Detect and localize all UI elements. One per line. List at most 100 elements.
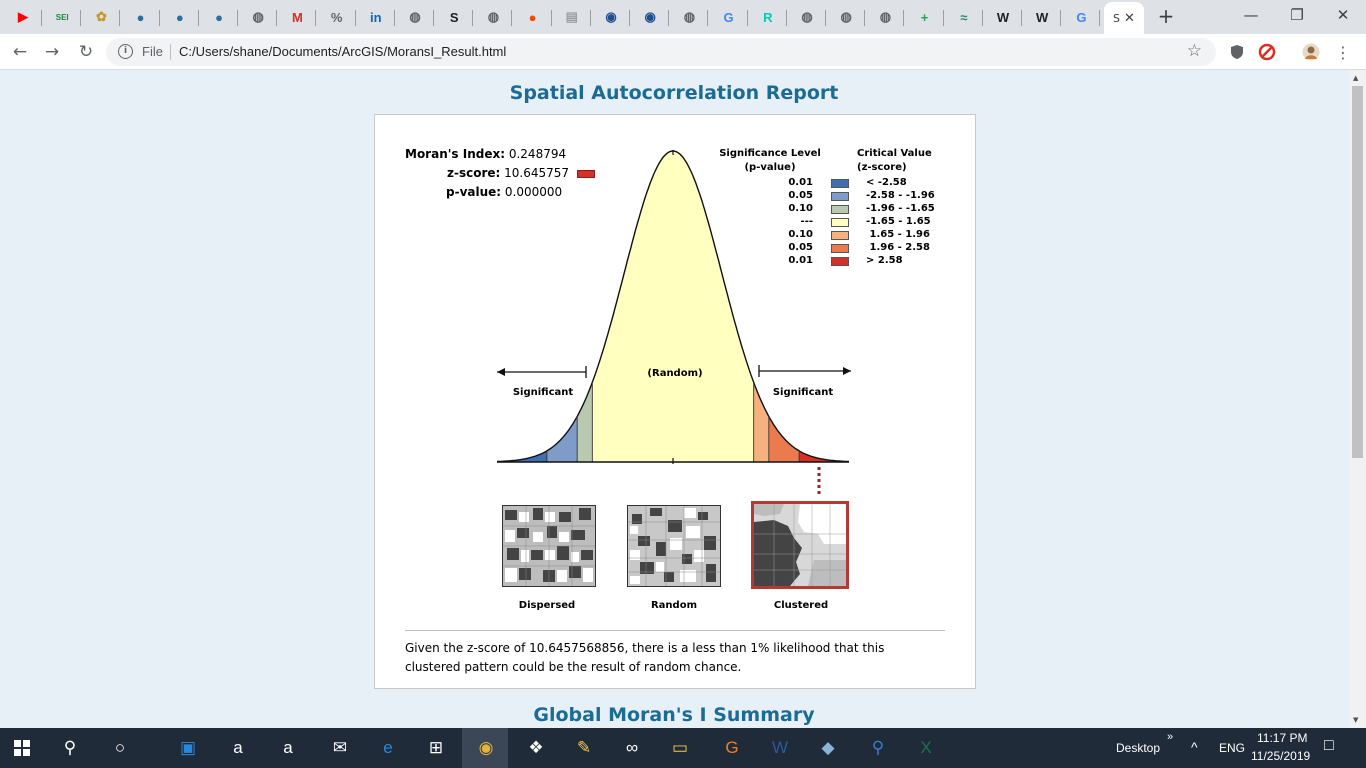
tab-19[interactable]: R — [749, 4, 787, 30]
tab-23[interactable]: + — [906, 4, 944, 30]
tab-20[interactable]: ◍ — [788, 4, 826, 30]
notification-icon[interactable]: □ — [1324, 737, 1334, 755]
tab-separator — [511, 10, 513, 26]
tab-separator — [158, 10, 160, 26]
tab-2[interactable]: ✿ — [82, 4, 121, 30]
tab-17[interactable]: ◍ — [670, 4, 709, 30]
pdf-icon[interactable]: G — [718, 734, 746, 762]
clock-time[interactable]: 11:17 PM — [1257, 731, 1307, 745]
tab-separator — [1021, 10, 1022, 26]
clock-date[interactable]: 11/25/2019 — [1251, 749, 1310, 763]
right-significant-label: Significant — [773, 387, 834, 398]
dropbox-icon[interactable]: ❖ — [522, 734, 550, 762]
close-window-button[interactable]: ✕ — [1320, 4, 1366, 26]
info-icon[interactable]: i — [118, 44, 133, 59]
search-icon[interactable]: ⚲ — [56, 734, 84, 762]
windows-taskbar: ⚲ ○ ▣ a a ✉ e ⊞ ◉ ❖ ✎ ∞ ▭ G W ◆ ⚲ X Desktop » ^ ENG 11:17… — [0, 728, 1366, 768]
scroll-down-arrow[interactable]: ▼ — [1353, 716, 1358, 724]
tab-separator — [472, 10, 474, 26]
store-icon[interactable]: ⊞ — [422, 734, 450, 762]
tab-26[interactable]: W — [1023, 4, 1062, 30]
minimize-button[interactable]: — — [1228, 4, 1274, 26]
tab-13[interactable]: ● — [514, 4, 552, 30]
world-icon: ◍ — [840, 9, 852, 24]
excel-icon[interactable]: X — [912, 734, 940, 762]
curve-band — [768, 151, 800, 462]
edge-icon[interactable]: e — [374, 734, 402, 762]
amazon-icon[interactable]: a — [224, 734, 252, 762]
tab-active[interactable]: S ✕ — [1104, 2, 1144, 34]
tab-separator — [903, 10, 905, 26]
tab-10[interactable]: ◍ — [396, 4, 434, 30]
result-summary: Given the z-score of 10.6457568856, ther… — [405, 641, 885, 674]
language-indicator[interactable]: ENG — [1219, 741, 1245, 755]
windows-start-icon[interactable] — [8, 734, 36, 762]
profile-avatar[interactable] — [1302, 43, 1320, 61]
tab-18[interactable]: G — [710, 4, 748, 30]
google-icon: G — [723, 9, 734, 25]
tab-separator — [276, 10, 278, 26]
esri-icon: ≈ — [960, 9, 968, 25]
shield-icon[interactable] — [1228, 43, 1246, 61]
paint-icon[interactable]: ✎ — [570, 734, 598, 762]
vertical-scrollbar[interactable]: ▲ ▼ — [1349, 70, 1366, 728]
tab-5[interactable]: ● — [200, 4, 238, 30]
address-bar[interactable]: i File C:/Users/shane/Documents/ArcGIS/M… — [106, 38, 1216, 66]
tab-27[interactable]: G — [1062, 4, 1101, 30]
scroll-thumb[interactable] — [1352, 86, 1363, 458]
curve-band — [592, 151, 754, 462]
bookmark-star-icon[interactable]: ☆ — [1187, 41, 1202, 61]
toolbar-chevron-icon[interactable]: » — [1167, 731, 1173, 743]
left-arrow-head — [497, 368, 505, 376]
reload-button[interactable]: ↻ — [74, 40, 98, 64]
chrome-icon[interactable]: ◉ — [472, 734, 500, 762]
tray-up-arrow-icon[interactable]: ^ — [1191, 739, 1198, 755]
tab-6[interactable]: ◍ — [239, 4, 278, 30]
tab-9[interactable]: in — [357, 4, 395, 30]
mail-icon[interactable]: ✉ — [326, 734, 354, 762]
file-explorer-icon[interactable]: ▭ — [666, 734, 694, 762]
s-icon: S — [449, 9, 459, 25]
new-tab-button[interactable]: + — [1155, 5, 1177, 27]
desktop-toolbar[interactable]: Desktop — [1116, 741, 1160, 755]
left-significant-label: Significant — [513, 387, 574, 398]
menu-icon[interactable]: ⋮ — [1334, 43, 1352, 62]
tab-1[interactable]: SEI — [43, 4, 82, 30]
scroll-up-arrow[interactable]: ▲ — [1353, 74, 1358, 82]
media-player-icon[interactable]: ▣ — [174, 734, 202, 762]
forward-button[interactable]: → — [40, 40, 64, 64]
map-dispersed — [502, 505, 596, 587]
magnifier-icon[interactable]: ⚲ — [864, 734, 892, 762]
tab-22[interactable]: ◍ — [866, 4, 905, 30]
tab-11[interactable]: S — [435, 4, 474, 30]
tab-0[interactable]: ▶ — [4, 4, 42, 30]
restore-button[interactable]: ❐ — [1274, 4, 1320, 26]
tab-7[interactable]: M — [278, 4, 317, 30]
url-text[interactable]: C:/Users/shane/Documents/ArcGIS/MoransI_… — [179, 44, 506, 59]
tab-separator — [80, 10, 82, 26]
tab-15[interactable]: ◉ — [592, 4, 630, 30]
block-icon[interactable] — [1258, 43, 1276, 61]
tab-12[interactable]: ◍ — [474, 4, 513, 30]
cortana-icon[interactable]: ○ — [106, 734, 134, 762]
tab-separator — [668, 10, 670, 26]
tab-25[interactable]: W — [984, 4, 1022, 30]
tab-24[interactable]: ≈ — [945, 4, 983, 30]
tab-separator — [981, 10, 983, 26]
tab-3[interactable]: ● — [122, 4, 160, 30]
tab-21[interactable]: ◍ — [827, 4, 866, 30]
tab-close-icon[interactable]: ✕ — [1124, 11, 1135, 26]
curve-band — [497, 151, 547, 462]
back-button[interactable]: ← — [8, 40, 32, 64]
tab-16[interactable]: ◉ — [631, 4, 670, 30]
word-icon[interactable]: W — [766, 734, 794, 762]
tripadvisor-icon[interactable]: ∞ — [618, 734, 646, 762]
sticky-icon[interactable]: ◆ — [814, 734, 842, 762]
world-icon: ◍ — [409, 9, 421, 24]
tab-4[interactable]: ● — [161, 4, 199, 30]
tab-separator — [550, 10, 552, 26]
tab-8[interactable]: % — [318, 4, 356, 30]
tab-14[interactable]: ▤ — [553, 4, 591, 30]
random-label: (Random) — [647, 368, 702, 379]
amazon-icon[interactable]: a — [274, 734, 302, 762]
